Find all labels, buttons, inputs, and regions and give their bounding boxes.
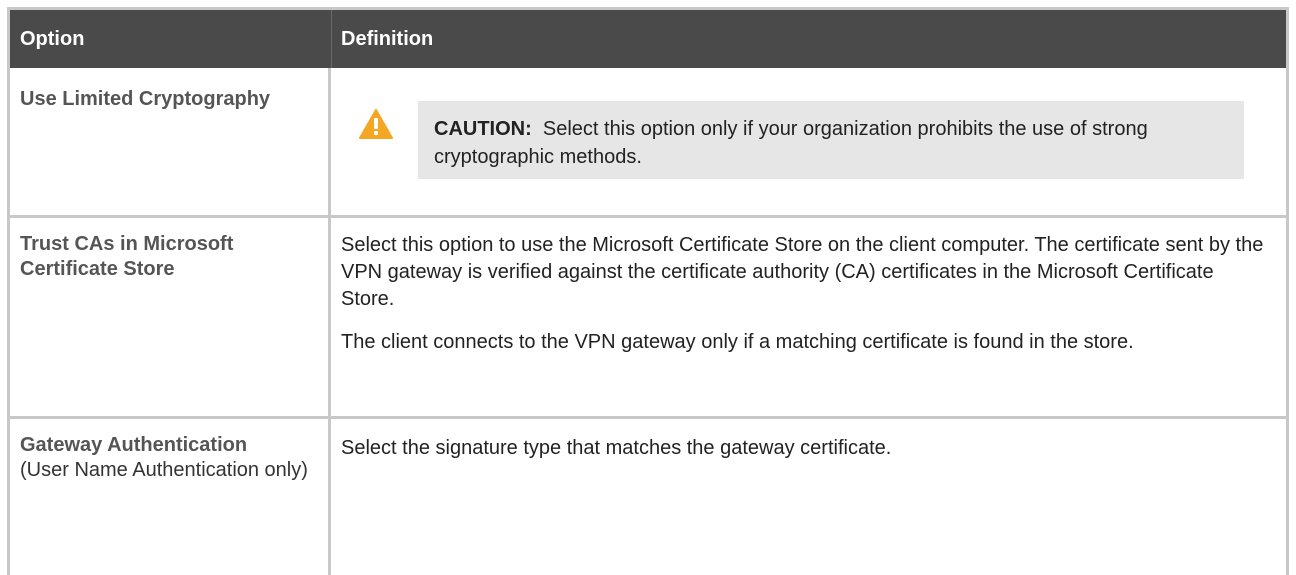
definition-cell: Select the signature type that matches t…	[341, 435, 1271, 462]
warning-icon	[359, 109, 393, 139]
header-divider	[331, 10, 332, 68]
caution-note: CAUTION: Select this option only if your…	[418, 101, 1244, 179]
option-name: Gateway Authentication	[20, 434, 248, 456]
option-name: Use Limited Cryptography	[20, 88, 271, 110]
definition-cell: Select this option to use the Microsoft …	[341, 232, 1271, 356]
option-name: Trust CAs in Microsoft Certificate Store	[20, 233, 234, 280]
table-header-row: Option Definition	[10, 10, 1286, 68]
table-row: Gateway Authentication (User Name Authen…	[10, 419, 1286, 575]
table-row: Trust CAs in Microsoft Certificate Store…	[10, 218, 1286, 419]
definition-paragraph: Select the signature type that matches t…	[341, 437, 892, 459]
column-divider	[328, 68, 331, 575]
option-cell: Gateway Authentication (User Name Authen…	[20, 433, 320, 483]
caution-label: CAUTION:	[434, 118, 532, 140]
definition-paragraph: Select this option to use the Microsoft …	[341, 234, 1264, 310]
header-option: Option	[20, 28, 85, 50]
option-note: (User Name Authentication only)	[20, 459, 308, 481]
definition-paragraph: The client connects to the VPN gateway o…	[341, 331, 1134, 353]
header-definition: Definition	[341, 28, 434, 50]
caution-text: Select this option only if your organiza…	[434, 118, 1148, 168]
options-table: Option Definition Use Limited Cryptograp…	[7, 7, 1289, 575]
